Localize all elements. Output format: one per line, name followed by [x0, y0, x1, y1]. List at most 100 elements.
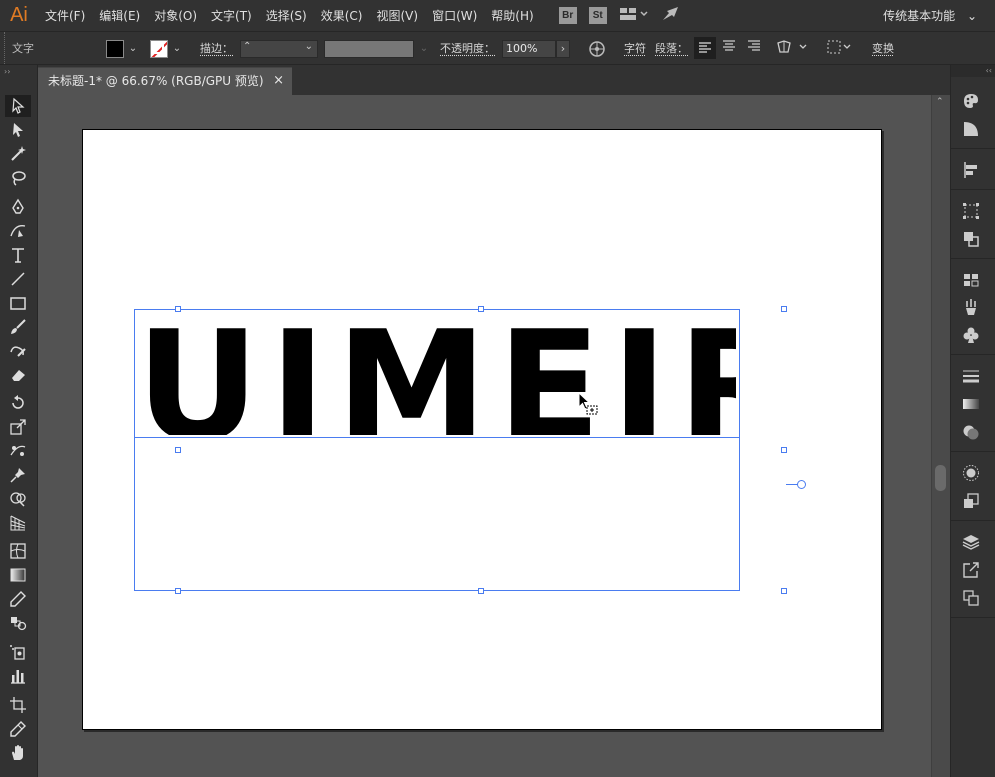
selection-handle-bottom-center[interactable]	[478, 588, 484, 594]
align-panel-button[interactable]	[960, 159, 982, 181]
graphic-styles-panel-button[interactable]	[960, 490, 982, 512]
pen-tool[interactable]	[5, 196, 31, 218]
document-tab[interactable]: 未标题-1* @ 66.67% (RGB/GPU 预览) ×	[38, 67, 292, 95]
app-logo[interactable]: Ai	[0, 4, 38, 27]
pin-tool[interactable]	[5, 464, 31, 486]
symbol-sprayer-tool[interactable]	[5, 641, 31, 663]
rotate-tool[interactable]	[5, 392, 31, 414]
column-graph-tool[interactable]	[5, 665, 31, 687]
align-to-selection-icon[interactable]	[826, 39, 854, 58]
gpu-performance-icon[interactable]	[661, 6, 681, 25]
symbols-panel-button[interactable]	[960, 324, 982, 346]
artboards-panel-button[interactable]	[960, 587, 982, 609]
profile-dropdown-icon[interactable]: ⌄	[418, 40, 430, 58]
menu-object[interactable]: 对象(O)	[147, 7, 204, 24]
variable-width-profile[interactable]	[324, 40, 414, 58]
canvas-area[interactable]: UIMEIR	[38, 95, 931, 777]
selection-bounding-box[interactable]	[134, 309, 740, 591]
eraser-tool[interactable]	[5, 364, 31, 386]
fill-swatch[interactable]	[106, 40, 124, 58]
workspace-switcher[interactable]: 传统基本功能 ⌄	[883, 7, 977, 24]
export-panel-button[interactable]	[960, 559, 982, 581]
transform-panel-link[interactable]: 变换	[872, 40, 894, 58]
close-icon[interactable]: ×	[273, 68, 284, 94]
stock-button[interactable]: St	[588, 7, 607, 24]
character-panel-link[interactable]: 字符	[624, 40, 646, 58]
menu-view[interactable]: 视图(V)	[369, 7, 425, 24]
selection-handle-bottom-right[interactable]	[781, 588, 787, 594]
shape-modes-icon[interactable]	[776, 39, 810, 58]
hand-tool[interactable]	[5, 742, 31, 764]
slice-tool[interactable]	[5, 718, 31, 740]
bridge-button[interactable]: Br	[558, 7, 577, 24]
align-center-button[interactable]	[722, 40, 736, 55]
transparency-panel-button[interactable]	[960, 421, 982, 443]
selection-handle-middle-left[interactable]	[175, 447, 181, 453]
transform-panel-button[interactable]	[960, 200, 982, 222]
text-out-port[interactable]	[797, 480, 806, 489]
tools-panel-grip[interactable]: ››	[4, 67, 10, 76]
arrange-documents-icon[interactable]	[619, 7, 649, 24]
swatches-panel-button[interactable]	[960, 269, 982, 291]
magic-wand-tool[interactable]	[5, 143, 31, 165]
paintbrush-tool[interactable]	[5, 316, 31, 338]
brushes-panel-button[interactable]	[960, 296, 982, 318]
curvature-tool[interactable]	[5, 220, 31, 242]
opacity-label[interactable]: 不透明度：	[440, 40, 495, 58]
paragraph-panel-link[interactable]: 段落：	[655, 40, 688, 58]
selection-handle-top-left[interactable]	[175, 306, 181, 312]
scroll-thumb[interactable]	[935, 465, 946, 491]
opacity-next-icon[interactable]: ›	[556, 40, 570, 58]
color-panel-button[interactable]	[960, 90, 982, 112]
type-tool[interactable]	[5, 244, 31, 266]
mesh-tool[interactable]	[5, 540, 31, 562]
stroke-weight-dropdown-icon[interactable]: ⌄	[305, 41, 313, 52]
scale-tool[interactable]	[5, 416, 31, 438]
selection-handle-bottom-left[interactable]	[175, 588, 181, 594]
direct-selection-tool[interactable]	[5, 119, 31, 141]
panel-dock-grip[interactable]: ‹‹	[951, 65, 995, 77]
control-grip[interactable]	[4, 32, 8, 64]
menu-select[interactable]: 选择(S)	[259, 7, 314, 24]
blend-tool[interactable]	[5, 612, 31, 634]
selection-tool[interactable]	[5, 95, 31, 117]
stroke-label[interactable]: 描边：	[200, 40, 233, 58]
align-left-button[interactable]	[694, 37, 716, 59]
lasso-tool[interactable]	[5, 167, 31, 189]
opacity-field[interactable]: 100%	[502, 40, 556, 58]
layers-panel-button[interactable]	[960, 531, 982, 553]
menu-file[interactable]: 文件(F)	[38, 7, 92, 24]
recolor-artwork-icon[interactable]	[588, 40, 606, 61]
eyedropper-tool[interactable]	[5, 588, 31, 610]
align-left-icon	[699, 42, 711, 53]
stroke-swatch[interactable]	[150, 40, 168, 58]
artboard-tool[interactable]	[5, 694, 31, 716]
gradient-tool[interactable]	[5, 564, 31, 586]
line-segment-tool[interactable]	[5, 268, 31, 290]
menu-edit[interactable]: 编辑(E)	[92, 7, 147, 24]
menu-window[interactable]: 窗口(W)	[425, 7, 484, 24]
puppet-warp-tool[interactable]	[5, 440, 31, 462]
rectangle-tool[interactable]	[5, 292, 31, 314]
menu-type[interactable]: 文字(T)	[204, 7, 259, 24]
stroke-weight-field[interactable]: ⌃ ⌄	[240, 40, 318, 58]
align-right-button[interactable]	[747, 40, 761, 55]
menu-help[interactable]: 帮助(H)	[484, 7, 540, 24]
perspective-grid-tool[interactable]	[5, 512, 31, 534]
vertical-scrollbar[interactable]: ⌃	[931, 95, 950, 777]
color-guide-button[interactable]	[960, 118, 982, 140]
fill-dropdown-icon[interactable]: ⌄	[127, 40, 139, 58]
shaper-tool[interactable]	[5, 340, 31, 362]
stroke-weight-stepper-icon[interactable]: ⌃	[243, 41, 251, 52]
scroll-up-icon[interactable]: ⌃	[936, 97, 944, 107]
menu-effect[interactable]: 效果(C)	[314, 7, 370, 24]
selection-handle-top-right[interactable]	[781, 306, 787, 312]
shape-builder-tool[interactable]	[5, 488, 31, 510]
appearance-panel-button[interactable]	[960, 462, 982, 484]
pathfinder-panel-button[interactable]	[960, 228, 982, 250]
gradient-panel-button[interactable]	[960, 393, 982, 415]
stroke-dropdown-icon[interactable]: ⌄	[171, 40, 183, 58]
selection-handle-middle-right[interactable]	[781, 447, 787, 453]
stroke-panel-button[interactable]	[960, 365, 982, 387]
selection-handle-top-center[interactable]	[478, 306, 484, 312]
